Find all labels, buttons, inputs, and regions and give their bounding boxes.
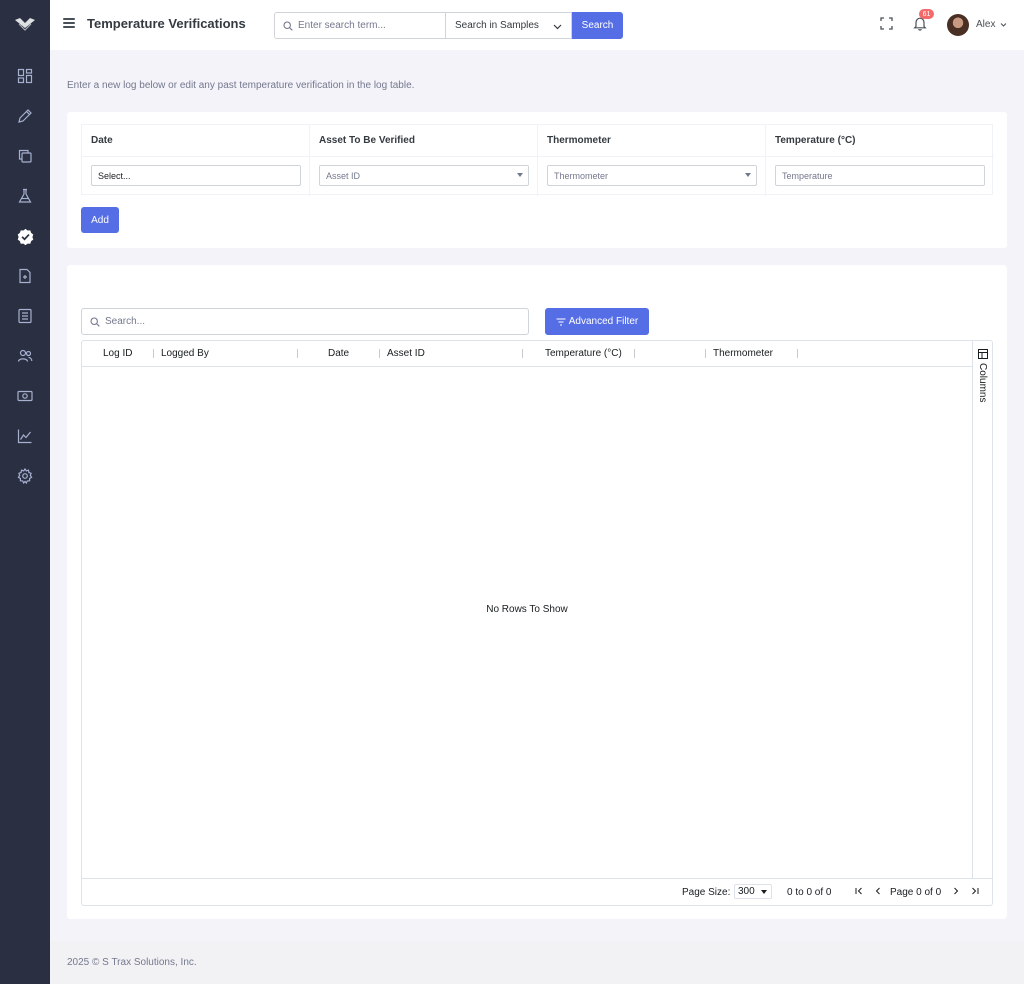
list-icon[interactable] <box>15 306 35 326</box>
thermometer-header: Thermometer <box>538 125 766 157</box>
column-resize-handle[interactable] <box>522 349 523 358</box>
pencil-icon[interactable] <box>15 106 35 126</box>
money-icon[interactable] <box>15 386 35 406</box>
pagination-bar: Page Size: 300 0 to 0 of 0 Page 0 of 0 <box>82 878 992 905</box>
grid-search-input[interactable]: Search... <box>81 308 529 335</box>
document-icon[interactable] <box>15 266 35 286</box>
flask-icon[interactable] <box>15 186 35 206</box>
menu-icon[interactable] <box>63 18 75 30</box>
columns-side-panel[interactable]: Columns <box>972 341 992 879</box>
column-resize-handle[interactable] <box>153 349 154 358</box>
column-header-date[interactable]: Date <box>328 348 349 359</box>
columns-tab-label: Columns <box>977 363 988 403</box>
new-log-form: Date Asset To Be Verified Thermometer Te… <box>81 124 994 196</box>
thermometer-placeholder: Thermometer <box>554 170 609 181</box>
add-button[interactable]: Add <box>81 207 119 233</box>
advanced-filter-label: Advanced Filter <box>568 316 639 327</box>
advanced-filter-button[interactable]: Advanced Filter <box>545 308 649 335</box>
next-page-icon[interactable] <box>951 886 961 896</box>
fullscreen-icon[interactable] <box>880 17 893 30</box>
copy-icon[interactable] <box>15 146 35 166</box>
global-search-placeholder: Enter search term... <box>298 20 386 31</box>
grid-header: Log ID Logged By Date Asset ID Temperatu… <box>82 341 972 367</box>
log-table-card: Search... Advanced Filter Log ID Logged … <box>67 265 1007 919</box>
page-footer: 2025 © S Trax Solutions, Inc. <box>50 941 1024 984</box>
asset-select[interactable]: Asset ID <box>319 165 529 186</box>
column-resize-handle[interactable] <box>705 349 706 358</box>
notification-badge: 61 <box>919 9 934 19</box>
column-resize-handle[interactable] <box>297 349 298 358</box>
last-page-icon[interactable] <box>970 886 980 896</box>
column-header-thermometer[interactable]: Thermometer <box>713 348 773 359</box>
global-search: Enter search term... Search in Samples S… <box>274 12 623 39</box>
intro-text: Enter a new log below or edit any past t… <box>67 80 415 91</box>
filter-icon <box>556 317 566 326</box>
previous-page-icon[interactable] <box>873 886 883 896</box>
log-grid: Log ID Logged By Date Asset ID Temperatu… <box>81 340 993 906</box>
columns-icon <box>978 349 988 359</box>
new-log-card: Date Asset To Be Verified Thermometer Te… <box>67 112 1007 248</box>
date-cell: Select... <box>82 157 310 196</box>
avatar[interactable] <box>947 14 969 36</box>
temperature-header: Temperature (°C) <box>766 125 994 157</box>
date-value: Select... <box>98 170 131 181</box>
temperature-placeholder: Temperature <box>782 170 833 181</box>
caret-down-icon <box>517 173 523 177</box>
users-icon[interactable] <box>15 346 35 366</box>
caret-down-icon <box>745 173 751 177</box>
dashboard-icon[interactable] <box>15 66 35 86</box>
date-picker[interactable]: Select... <box>91 165 301 186</box>
search-icon <box>283 20 293 31</box>
temperature-cell: Temperature <box>766 157 994 196</box>
grid-search-placeholder: Search... <box>105 316 146 327</box>
topbar: Temperature Verifications Enter search t… <box>50 0 1024 50</box>
chevron-down-icon[interactable] <box>1000 21 1007 28</box>
column-header-logged-by[interactable]: Logged By <box>161 348 209 359</box>
column-resize-handle[interactable] <box>634 349 635 358</box>
column-header-asset-id[interactable]: Asset ID <box>387 348 425 359</box>
empty-message: No Rows To Show <box>486 604 568 615</box>
caret-down-icon <box>761 890 767 894</box>
sidebar <box>0 0 50 984</box>
search-button[interactable]: Search <box>572 12 623 39</box>
gear-icon[interactable] <box>15 466 35 486</box>
column-resize-handle[interactable] <box>797 349 798 358</box>
first-page-icon[interactable] <box>854 886 864 896</box>
copyright-text: 2025 © S Trax Solutions, Inc. <box>67 957 197 968</box>
column-resize-handle[interactable] <box>379 349 380 358</box>
column-header-temperature[interactable]: Temperature (°C) <box>545 348 622 359</box>
asset-header: Asset To Be Verified <box>310 125 538 157</box>
thermometer-cell: Thermometer <box>538 157 766 196</box>
chevron-down-icon <box>553 24 562 30</box>
logo-icon[interactable] <box>13 14 37 34</box>
page-title: Temperature Verifications <box>87 16 246 31</box>
check-badge-icon[interactable] <box>15 226 35 246</box>
user-name[interactable]: Alex <box>976 19 995 30</box>
global-search-input[interactable]: Enter search term... <box>274 12 445 39</box>
page-size-select[interactable]: 300 <box>734 884 772 899</box>
asset-placeholder: Asset ID <box>326 170 361 181</box>
search-scope-value: Search in Samples <box>455 20 539 31</box>
date-header: Date <box>82 125 310 157</box>
search-icon <box>90 316 100 327</box>
row-range-text: 0 to 0 of 0 <box>787 887 832 898</box>
thermometer-select[interactable]: Thermometer <box>547 165 757 186</box>
asset-cell: Asset ID <box>310 157 538 196</box>
chart-icon[interactable] <box>15 426 35 446</box>
temperature-input[interactable]: Temperature <box>775 165 985 186</box>
page-size-label: Page Size: <box>682 887 731 898</box>
search-scope-select[interactable]: Search in Samples <box>445 12 572 39</box>
column-header-log-id[interactable]: Log ID <box>103 348 132 359</box>
page-indicator: Page 0 of 0 <box>890 887 942 898</box>
page-size-value: 300 <box>738 886 755 897</box>
